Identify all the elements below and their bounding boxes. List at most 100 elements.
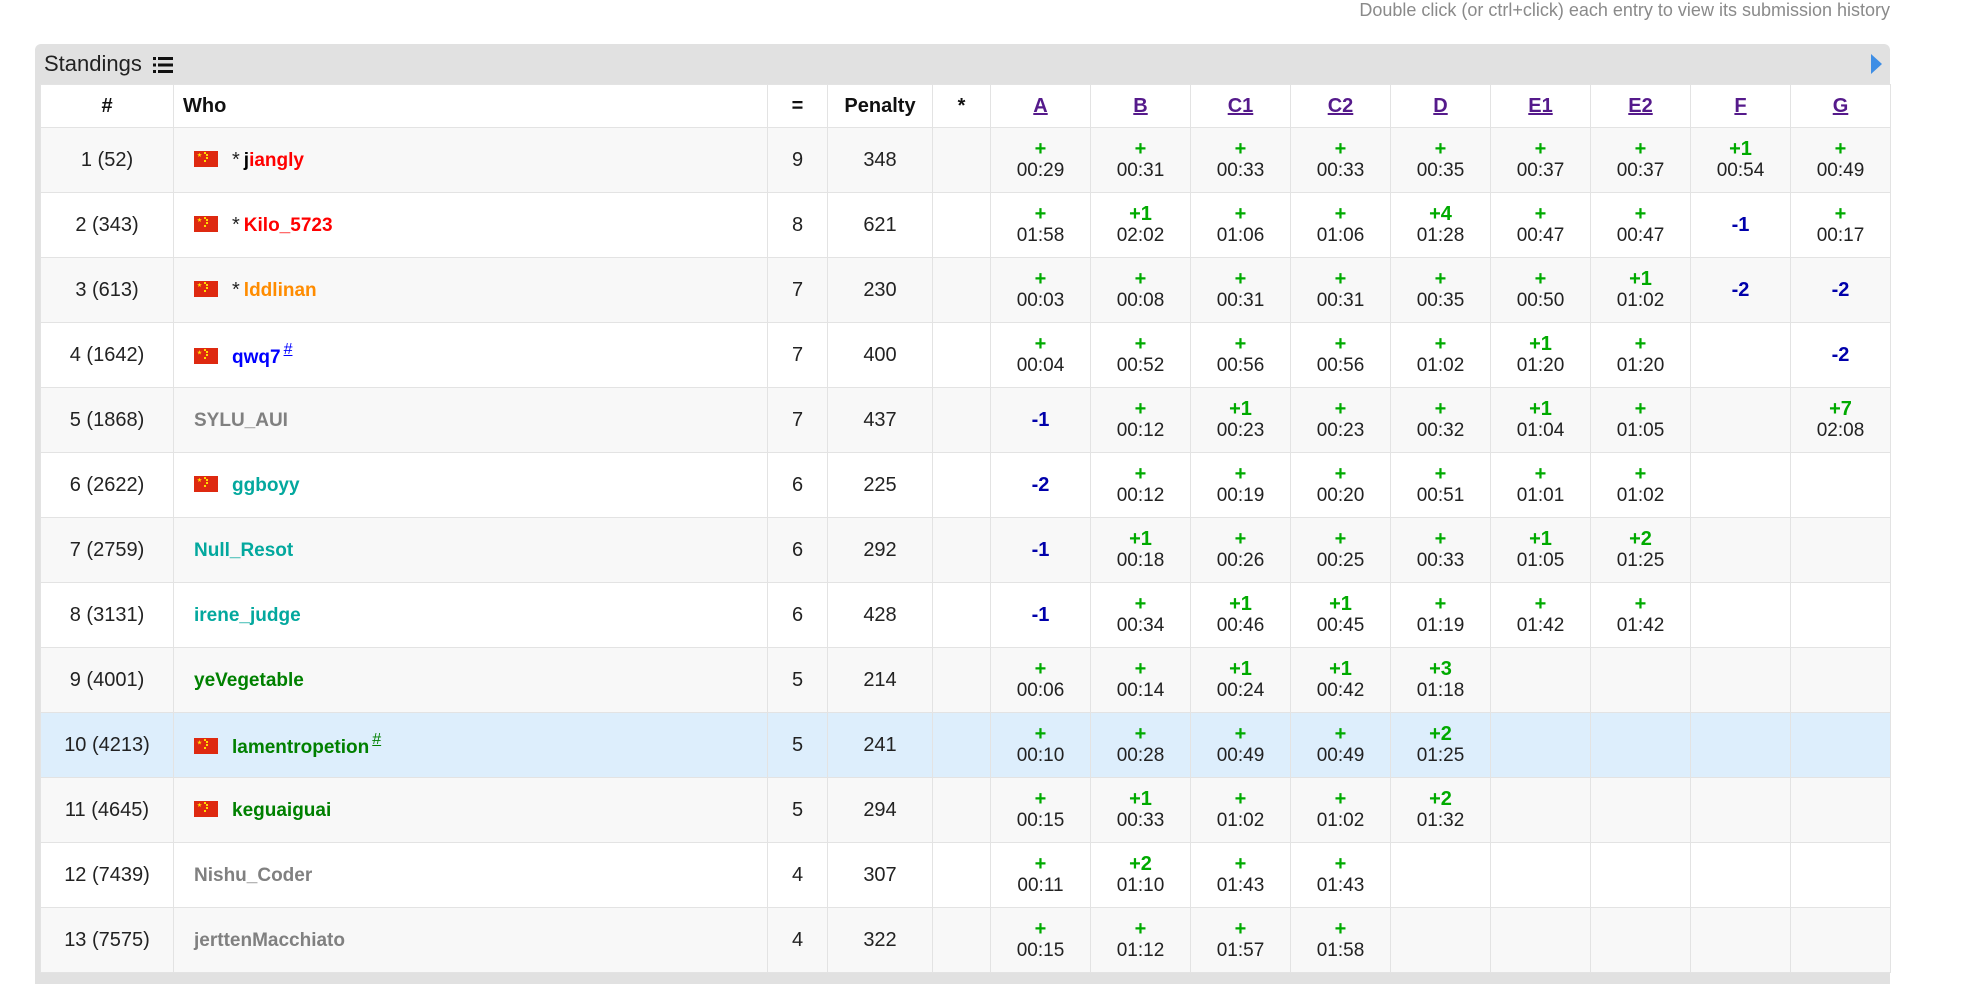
problem-result-cell[interactable]: +00:14 xyxy=(1090,647,1191,713)
problem-result-cell[interactable]: +01:06 xyxy=(1290,192,1391,258)
list-icon[interactable] xyxy=(152,56,173,74)
problem-result-cell[interactable]: +01:01 xyxy=(1490,452,1591,518)
problem-result-cell[interactable]: +7 02:08 xyxy=(1790,387,1891,453)
problem-result-cell[interactable]: +1 02:02 xyxy=(1090,192,1191,258)
problem-result-cell[interactable]: +00:33 xyxy=(1290,127,1391,193)
problem-result-cell[interactable]: +01:42 xyxy=(1490,582,1591,648)
problem-a-link[interactable]: A xyxy=(1033,95,1047,117)
problem-result-cell[interactable]: +00:25 xyxy=(1290,517,1391,583)
problem-result-cell[interactable] xyxy=(1390,907,1491,973)
problem-e2-link[interactable]: E2 xyxy=(1628,95,1652,117)
problem-result-cell[interactable]: +01:58 xyxy=(990,192,1091,258)
problem-result-cell[interactable]: +00:37 xyxy=(1490,127,1591,193)
problem-result-cell[interactable]: +00:56 xyxy=(1290,322,1391,388)
table-row[interactable]: 3 (613) * lddlinan 7 230 +00:03 +00:08 +00:31 +0… xyxy=(40,257,1891,323)
participant-name[interactable]: Nishu_Coder xyxy=(194,865,312,886)
problem-result-cell[interactable]: +01:05 xyxy=(1590,387,1691,453)
problem-result-cell[interactable] xyxy=(1490,647,1591,713)
problem-result-cell[interactable]: +00:03 xyxy=(990,257,1091,323)
problem-result-cell[interactable]: +01:12 xyxy=(1090,907,1191,973)
table-row[interactable]: 1 (52) * jiangly 9 348 +00:29 +00:31 +00:33 +00:… xyxy=(40,127,1891,193)
problem-result-cell[interactable]: +00:31 xyxy=(1290,257,1391,323)
problem-result-cell[interactable]: +1 00:24 xyxy=(1190,647,1291,713)
problem-result-cell[interactable] xyxy=(1690,777,1791,843)
problem-result-cell[interactable]: +01:19 xyxy=(1390,582,1491,648)
problem-result-cell[interactable]: +00:19 xyxy=(1190,452,1291,518)
problem-result-cell[interactable]: +00:12 xyxy=(1090,387,1191,453)
table-row[interactable]: 2 (343) * Kilo_5723 8 621 +01:58 +1 02:02 +01:06… xyxy=(40,192,1891,258)
table-row[interactable]: 6 (2622) ggboyy 6 225 -2 +00:12 +00:19 +00:20 +0… xyxy=(40,452,1891,518)
problem-e1-link[interactable]: E1 xyxy=(1528,95,1552,117)
problem-result-cell[interactable]: +01:02 xyxy=(1190,777,1291,843)
table-row[interactable]: 4 (1642) qwq7 #7 400 +00:04 +00:52 +00:56 +00:5… xyxy=(40,322,1891,388)
participant-name[interactable]: ggboyy xyxy=(232,475,300,496)
problem-result-cell[interactable] xyxy=(1690,452,1791,518)
table-row[interactable]: 8 (3131) irene_judge 6 428 -1 +00:34 +1 00:46 +1… xyxy=(40,582,1891,648)
problem-result-cell[interactable]: +00:08 xyxy=(1090,257,1191,323)
problem-f-link[interactable]: F xyxy=(1734,95,1746,117)
table-row[interactable]: 7 (2759) Null_Resot 6 292 -1 +1 00:18 +00:26 +00… xyxy=(40,517,1891,583)
problem-result-cell[interactable]: +00:47 xyxy=(1590,192,1691,258)
problem-result-cell[interactable] xyxy=(1490,907,1591,973)
virtual-participant-link[interactable]: # xyxy=(372,731,381,748)
problem-result-cell[interactable]: +00:06 xyxy=(990,647,1091,713)
problem-result-cell[interactable]: +00:31 xyxy=(1190,257,1291,323)
problem-result-cell[interactable] xyxy=(1690,842,1791,908)
problem-g-link[interactable]: G xyxy=(1833,95,1849,117)
problem-result-cell[interactable]: +00:52 xyxy=(1090,322,1191,388)
problem-result-cell[interactable]: +00:15 xyxy=(990,777,1091,843)
participant-name[interactable]: yeVegetable xyxy=(194,670,304,691)
problem-result-cell[interactable]: +00:33 xyxy=(1190,127,1291,193)
participant-name[interactable]: lddlinan xyxy=(244,280,317,301)
problem-result-cell[interactable] xyxy=(1490,842,1591,908)
problem-result-cell[interactable]: +01:02 xyxy=(1590,452,1691,518)
problem-result-cell[interactable]: +00:15 xyxy=(990,907,1091,973)
problem-result-cell[interactable]: +2 01:25 xyxy=(1590,517,1691,583)
problem-result-cell[interactable]: +01:42 xyxy=(1590,582,1691,648)
problem-c1-link[interactable]: C1 xyxy=(1228,95,1254,117)
problem-result-cell[interactable]: +01:43 xyxy=(1190,842,1291,908)
problem-result-cell[interactable] xyxy=(1790,712,1891,778)
problem-result-cell[interactable]: -1 xyxy=(1690,192,1791,258)
problem-result-cell[interactable]: +1 00:18 xyxy=(1090,517,1191,583)
problem-result-cell[interactable]: +00:50 xyxy=(1490,257,1591,323)
table-row[interactable]: 9 (4001) yeVegetable 5 214 +00:06 +00:14 +1 00:… xyxy=(40,647,1891,713)
problem-result-cell[interactable]: +00:23 xyxy=(1290,387,1391,453)
problem-result-cell[interactable]: +00:37 xyxy=(1590,127,1691,193)
problem-result-cell[interactable]: +00:10 xyxy=(990,712,1091,778)
problem-result-cell[interactable] xyxy=(1690,712,1791,778)
problem-result-cell[interactable]: +01:06 xyxy=(1190,192,1291,258)
problem-result-cell[interactable]: +00:32 xyxy=(1390,387,1491,453)
problem-result-cell[interactable]: +00:04 xyxy=(990,322,1091,388)
problem-result-cell[interactable]: +00:29 xyxy=(990,127,1091,193)
problem-result-cell[interactable] xyxy=(1690,907,1791,973)
problem-c2-link[interactable]: C2 xyxy=(1328,95,1354,117)
problem-result-cell[interactable] xyxy=(1490,777,1591,843)
triangle-right-icon[interactable] xyxy=(1871,54,1882,74)
problem-result-cell[interactable]: +2 01:25 xyxy=(1390,712,1491,778)
participant-name[interactable]: Null_Resot xyxy=(194,540,293,561)
problem-result-cell[interactable]: +00:11 xyxy=(990,842,1091,908)
problem-result-cell[interactable]: +00:31 xyxy=(1090,127,1191,193)
problem-result-cell[interactable] xyxy=(1590,777,1691,843)
problem-result-cell[interactable]: -2 xyxy=(1790,322,1891,388)
table-row[interactable]: 11 (4645) keguaiguai 5 294 +00:15 +1 00:33 +01:… xyxy=(40,777,1891,843)
problem-result-cell[interactable] xyxy=(1790,517,1891,583)
problem-result-cell[interactable]: +01:20 xyxy=(1590,322,1691,388)
problem-result-cell[interactable]: +1 00:23 xyxy=(1190,387,1291,453)
problem-result-cell[interactable]: +00:35 xyxy=(1390,127,1491,193)
participant-name[interactable]: SYLU_AUI xyxy=(194,410,288,431)
problem-result-cell[interactable] xyxy=(1690,387,1791,453)
problem-result-cell[interactable] xyxy=(1490,712,1591,778)
problem-result-cell[interactable]: -1 xyxy=(990,582,1091,648)
problem-result-cell[interactable]: +00:49 xyxy=(1790,127,1891,193)
problem-result-cell[interactable]: +1 01:20 xyxy=(1490,322,1591,388)
problem-result-cell[interactable] xyxy=(1590,842,1691,908)
table-row[interactable]: 5 (1868) SYLU_AUI 7 437 -1 +00:12 +1 00:23 +00:2… xyxy=(40,387,1891,453)
problem-result-cell[interactable]: +2 01:10 xyxy=(1090,842,1191,908)
problem-result-cell[interactable] xyxy=(1590,712,1691,778)
problem-result-cell[interactable]: +00:56 xyxy=(1190,322,1291,388)
participant-name[interactable]: Kilo_5723 xyxy=(244,215,333,236)
participant-name[interactable]: keguaiguai xyxy=(232,800,331,821)
problem-result-cell[interactable] xyxy=(1590,907,1691,973)
